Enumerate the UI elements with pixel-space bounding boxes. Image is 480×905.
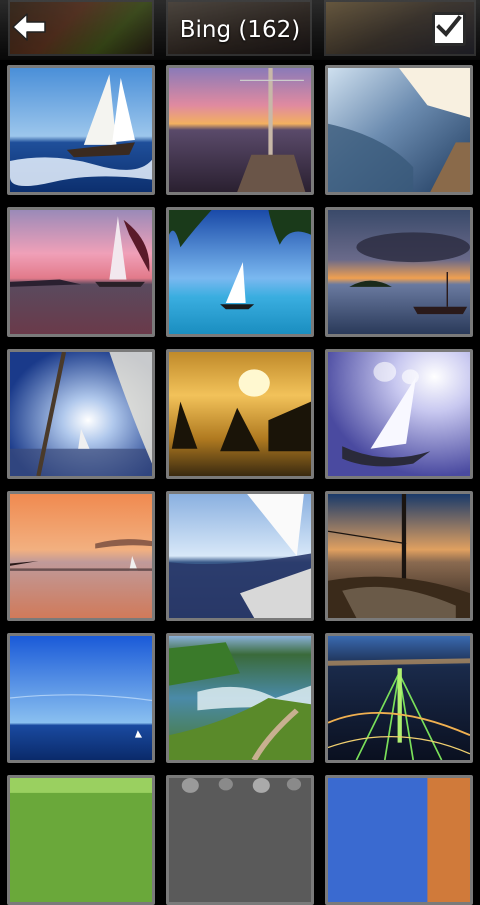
album-title: Bing (162) xyxy=(179,17,301,43)
thumbnail-photo-sailboat-waves[interactable] xyxy=(7,65,155,195)
arrow-left-icon xyxy=(11,12,47,46)
thumbnail-photo-heeling-yacht[interactable] xyxy=(166,491,314,621)
thumbnail-photo-sailing-spray[interactable] xyxy=(325,65,473,195)
thumbnail-photo-tropical-sailboat[interactable] xyxy=(166,207,314,337)
back-button[interactable] xyxy=(6,8,52,50)
thumbnail-photo-island-sunset[interactable] xyxy=(325,207,473,337)
top-bar: Bing (162) xyxy=(0,0,480,60)
thumbnail-photo-blue-sky-sea[interactable] xyxy=(7,633,155,763)
thumbnail-photo-deck-sunset[interactable] xyxy=(325,491,473,621)
thumbnail-photo-pink-dusk-sail[interactable] xyxy=(7,207,155,337)
thumbnail-photo-mast-sunlight[interactable] xyxy=(7,349,155,479)
thumbnail-photo-city-bridge-night[interactable] xyxy=(325,633,473,763)
checkbox-checked-icon xyxy=(436,15,462,43)
thumbnail-photo-partial-red[interactable] xyxy=(325,775,473,905)
thumbnail-photo-backlit-regatta[interactable] xyxy=(325,349,473,479)
thumbnail-photo-coastal-cliffs[interactable] xyxy=(166,633,314,763)
thumbnail-photo-partial-green[interactable] xyxy=(7,775,155,905)
thumbnail-photo-golden-sails[interactable] xyxy=(166,349,314,479)
select-all-button[interactable] xyxy=(432,12,466,46)
thumbnail-grid xyxy=(0,60,480,905)
thumbnail-photo-partial-stones[interactable] xyxy=(166,775,314,905)
thumbnail-photo-sunset-deck[interactable] xyxy=(166,65,314,195)
thumbnail-photo-orange-sea-dusk[interactable] xyxy=(7,491,155,621)
